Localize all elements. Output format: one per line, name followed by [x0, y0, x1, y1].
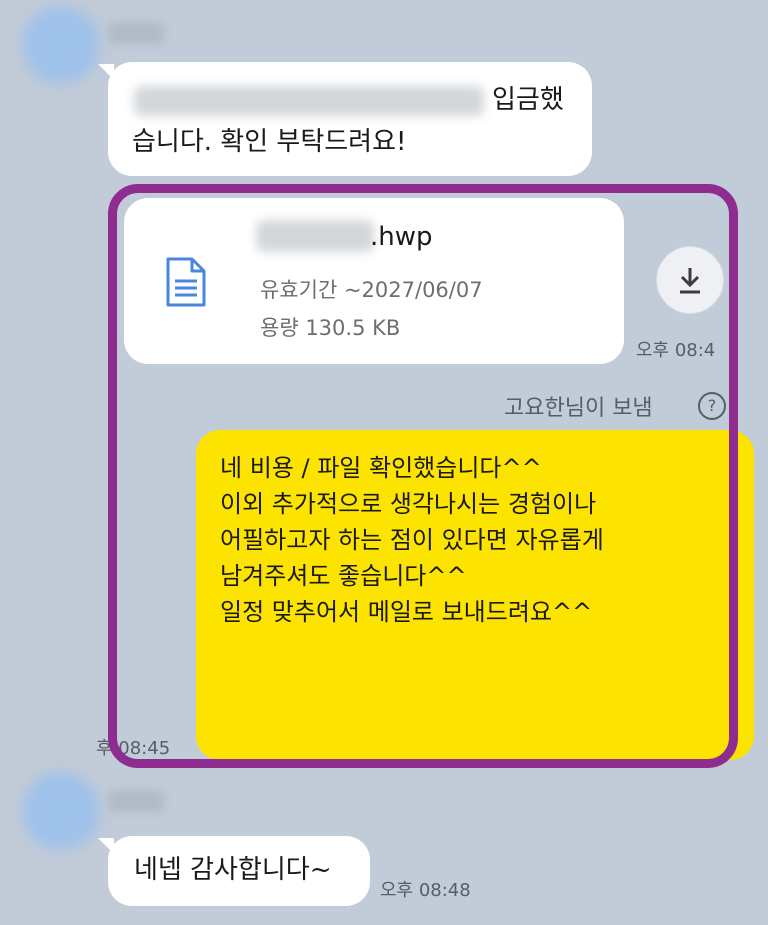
message-text: 네넵 감사합니다~	[134, 855, 332, 885]
redacted-text	[134, 86, 484, 116]
message-bubble[interactable]: 네넵 감사합니다~	[108, 836, 370, 906]
message-text: 습니다. 확인 부탁드려요!	[132, 127, 407, 157]
avatar[interactable]	[22, 6, 100, 84]
message-bubble[interactable]: 입금했 습니다. 확인 부탁드려요!	[108, 62, 592, 176]
highlight-frame	[108, 184, 738, 768]
sender-name-redacted	[108, 790, 164, 812]
sender-name-redacted	[108, 22, 164, 44]
message-text: 입금했	[492, 85, 564, 115]
avatar[interactable]	[22, 772, 100, 850]
message-time: 오후 08:48	[380, 880, 471, 901]
